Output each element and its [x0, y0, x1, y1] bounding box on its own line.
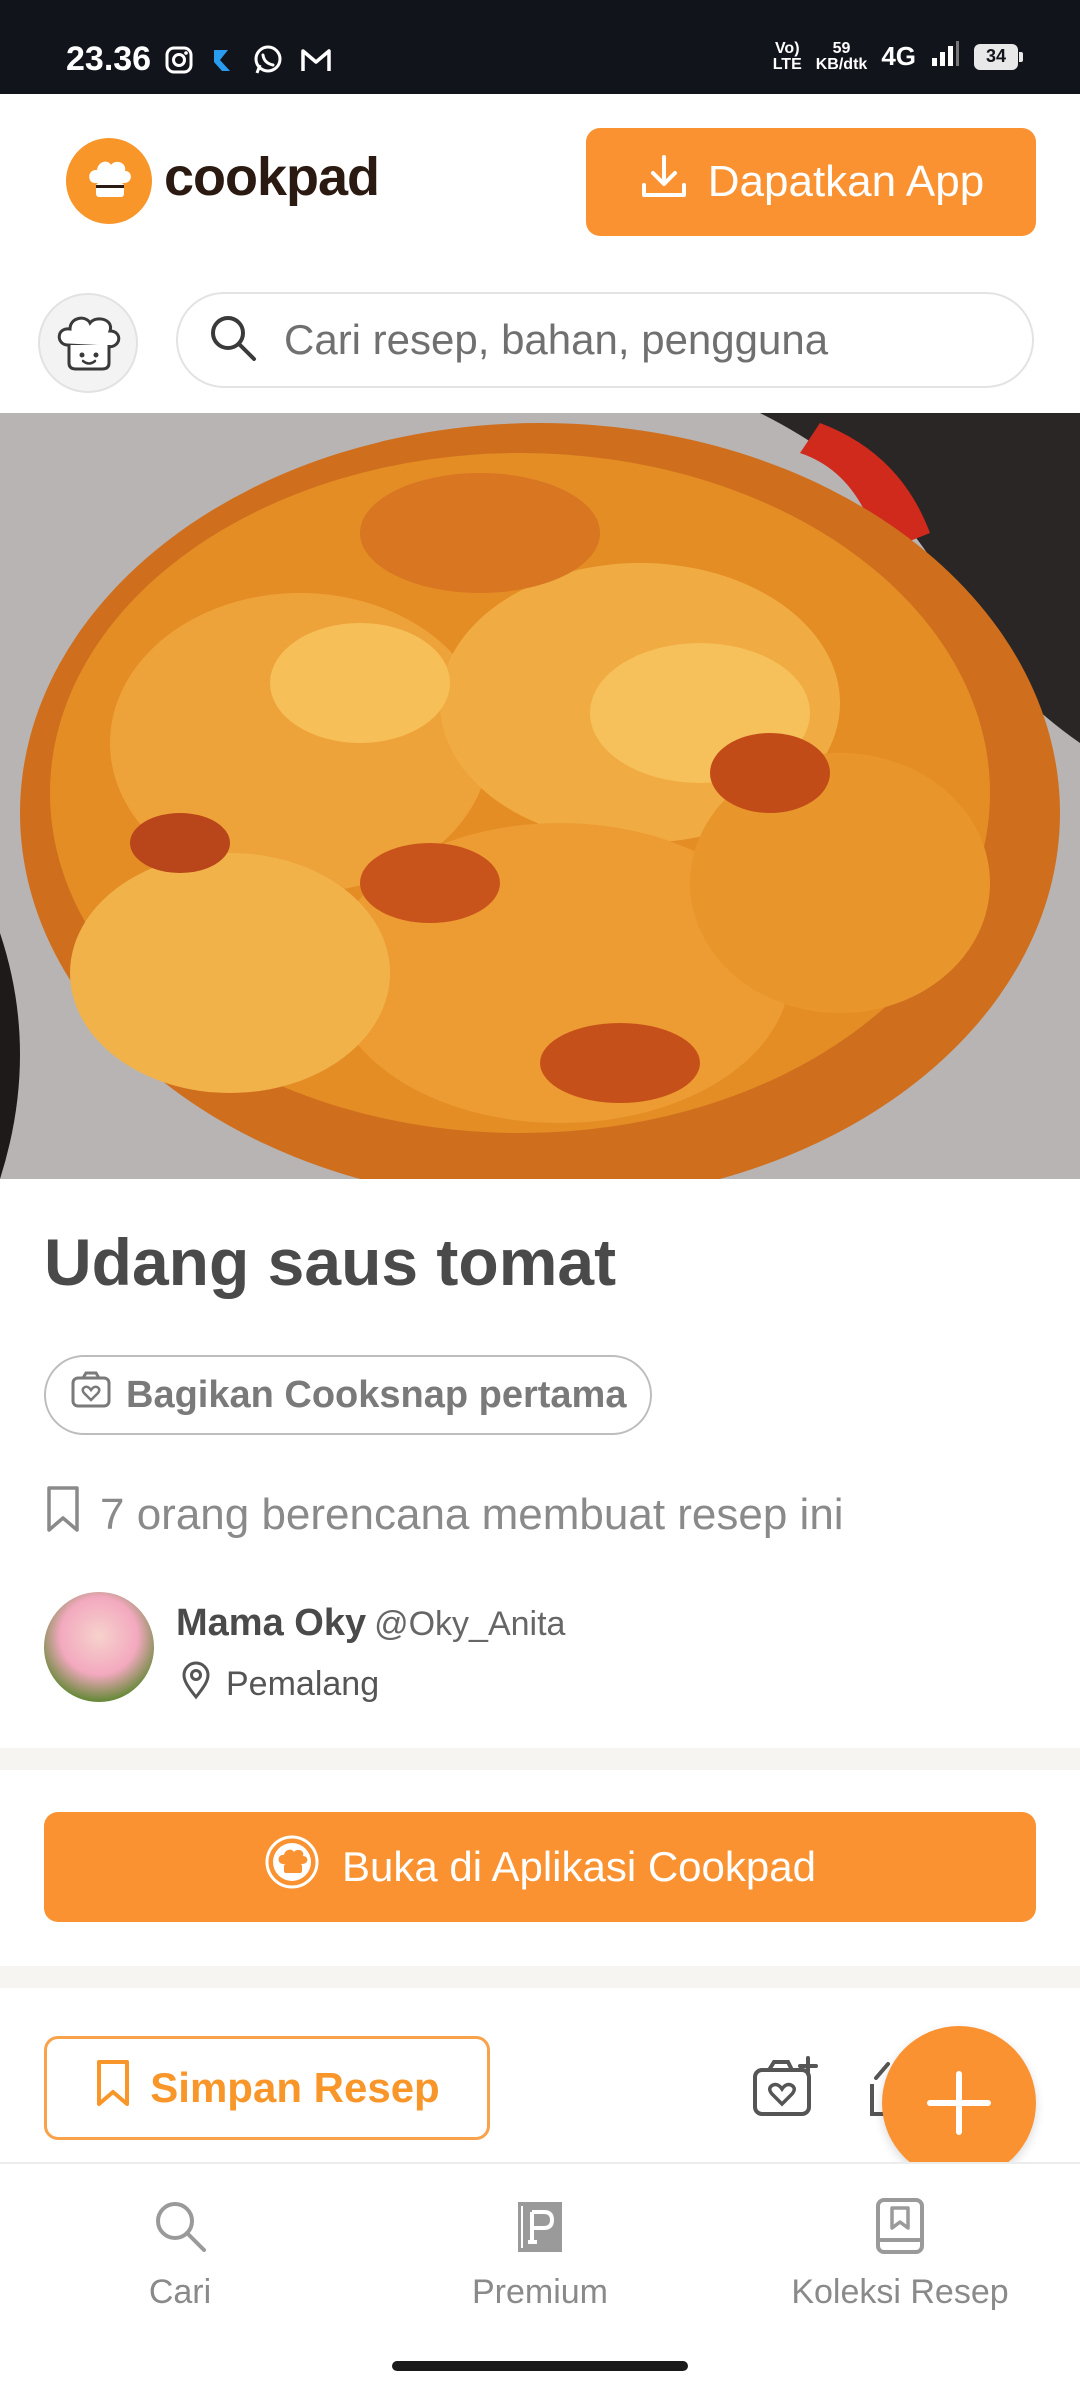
signal-icon: [930, 40, 960, 73]
plan-text: 7 orang berencana membuat resep ini: [100, 1489, 844, 1539]
nav-label-search: Cari: [148, 2273, 212, 2311]
speed-value: 59: [832, 39, 851, 57]
volte-indicator: Vo) LTE: [772, 39, 802, 73]
home-indicator[interactable]: [392, 2361, 688, 2371]
location-text: Pemalang: [226, 1665, 380, 1703]
author-location: Pemalang: [180, 1660, 379, 1709]
network-speed: 59 KB/dtk: [815, 39, 868, 73]
add-cooksnap-icon[interactable]: [752, 2056, 818, 2123]
search-input[interactable]: [282, 315, 986, 365]
search-icon: [150, 2196, 210, 2265]
notification-icons: [164, 44, 332, 81]
collection-icon: [870, 2196, 930, 2265]
author-handle: @Oky_Anita: [374, 1605, 566, 1643]
premium-icon: [510, 2196, 570, 2265]
search-bar[interactable]: [176, 292, 1034, 388]
speed-unit: KB/dtk: [815, 55, 868, 73]
cookpad-badge-icon: [264, 1834, 320, 1900]
search-icon: [206, 311, 260, 370]
add-recipe-fab[interactable]: [882, 2026, 1036, 2180]
status-right: Vo) LTE 59 KB/dtk 4G 34: [772, 39, 1023, 73]
author-avatar[interactable]: [44, 1592, 154, 1702]
cookpad-logo-text[interactable]: cookpad: [164, 146, 380, 208]
recipe-title: Udang saus tomat: [44, 1225, 617, 1299]
status-time: 23.36: [66, 40, 152, 78]
nav-label-collection: Koleksi Resep: [791, 2273, 1009, 2311]
bookmark-icon: [94, 2058, 132, 2118]
open-in-app-button[interactable]: Buka di Aplikasi Cookpad: [44, 1812, 1036, 1922]
cooksnap-label: Bagikan Cooksnap pertama: [126, 1373, 627, 1416]
cooksnap-button[interactable]: Bagikan Cooksnap pertama: [44, 1355, 652, 1435]
bookmark-icon: [44, 1484, 82, 1545]
location-pin-icon: [180, 1660, 212, 1709]
plus-icon: [927, 2071, 991, 2135]
whatsapp-icon: [252, 44, 284, 81]
download-icon: [638, 151, 690, 214]
camera-heart-icon: [70, 1370, 112, 1420]
author-name-row[interactable]: Mama Oky @Oky_Anita: [176, 1602, 565, 1645]
nav-item-search[interactable]: Cari: [0, 2196, 360, 2312]
volte-line2: LTE: [772, 55, 802, 73]
instagram-icon: [164, 45, 194, 80]
author-name: Mama Oky: [176, 1602, 367, 1644]
profile-avatar[interactable]: [38, 293, 138, 393]
section-divider: [0, 1966, 1080, 1988]
app-r-icon: [210, 45, 236, 80]
chef-hat-icon: [57, 316, 121, 371]
cookpad-logo-icon[interactable]: [66, 138, 152, 224]
get-app-label: Dapatkan App: [707, 157, 985, 206]
nav-item-premium[interactable]: Premium: [360, 2196, 720, 2312]
battery-indicator: 34: [974, 43, 1023, 70]
section-divider: [0, 1748, 1080, 1770]
nav-item-collection[interactable]: Koleksi Resep: [720, 2196, 1080, 2312]
open-in-app-label: Buka di Aplikasi Cookpad: [342, 1843, 816, 1890]
save-recipe-button[interactable]: Simpan Resep: [44, 2036, 490, 2140]
status-bar: 23.36 Vo) LTE 59 KB/dtk 4G 34: [0, 0, 1080, 94]
gmail-icon: [300, 46, 332, 79]
plan-count: 7 orang berencana membuat resep ini: [44, 1484, 844, 1545]
save-recipe-label: Simpan Resep: [150, 2064, 440, 2111]
nav-label-premium: Premium: [471, 2273, 609, 2311]
recipe-photo: [0, 413, 1080, 1179]
network-type: 4G: [881, 41, 916, 71]
get-app-button[interactable]: Dapatkan App: [586, 128, 1036, 236]
volte-line1: Vo): [774, 39, 800, 57]
